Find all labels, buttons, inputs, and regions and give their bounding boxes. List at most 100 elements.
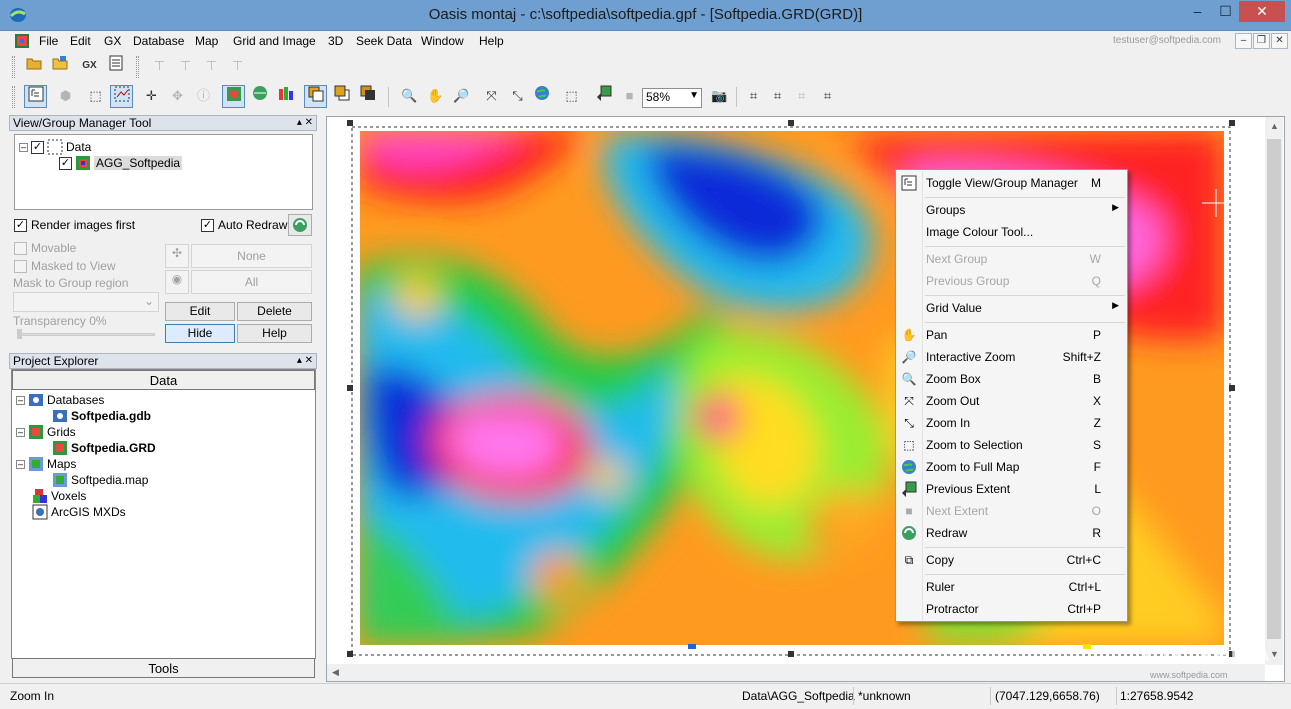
edit-button[interactable]: Edit <box>165 302 235 321</box>
document-icon[interactable] <box>14 33 30 49</box>
menu-toggle-view-group-manager[interactable]: Toggle View/Group Manager M <box>896 172 1127 194</box>
group-tool-button-3[interactable]: ⊤ <box>200 55 223 78</box>
menu-file[interactable]: File <box>39 34 58 48</box>
mdi-close-button[interactable]: ✕ <box>1271 33 1288 49</box>
menu-protractor[interactable]: Protractor Ctrl+P <box>896 598 1127 620</box>
menu-previous-group[interactable]: Previous Group Q <box>896 270 1127 292</box>
mdi-restore-button[interactable]: ❐ <box>1253 33 1270 49</box>
render-images-first-checkbox[interactable]: ✓ <box>14 218 27 232</box>
delete-button[interactable]: Delete <box>237 302 312 321</box>
tree-node-grids[interactable]: – Grids <box>16 424 76 440</box>
move-button[interactable]: ✥ <box>166 85 189 108</box>
notes-button[interactable] <box>104 55 127 78</box>
close-button[interactable]: ✕ <box>1239 1 1285 22</box>
redraw-toggle-button[interactable] <box>222 85 245 108</box>
zoom-out-tool-button[interactable]: ⤧ <box>480 85 503 108</box>
open-project-button[interactable] <box>22 55 45 78</box>
tree-node-arcgis[interactable]: ArcGIS MXDs <box>32 504 126 520</box>
menu-help[interactable]: Help <box>479 34 504 48</box>
tree-node-map[interactable]: Softpedia.map <box>52 472 148 488</box>
menu-3d[interactable]: 3D <box>328 34 343 48</box>
hide-button[interactable]: Hide <box>165 324 235 343</box>
select-view-button[interactable] <box>110 85 133 108</box>
snapshot-button[interactable]: 📷 <box>708 85 731 108</box>
render-images-first-option[interactable]: ✓ Render images first <box>14 218 135 232</box>
tree-node-maps[interactable]: – Maps <box>16 456 76 472</box>
zoom-level-select[interactable]: 58% ▼ <box>642 88 702 108</box>
tree-node-databases[interactable]: – Databases <box>16 392 104 408</box>
toolbar-grip[interactable] <box>12 86 15 108</box>
open-file-button[interactable] <box>48 55 71 78</box>
pattern-icon-button[interactable]: ✣ <box>165 244 189 268</box>
menu-grid-and-image[interactable]: Grid and Image <box>233 34 316 48</box>
vertical-scrollbar[interactable]: ▲ ▼ <box>1265 117 1283 665</box>
menu-edit[interactable]: Edit <box>70 34 91 48</box>
tab-data[interactable]: Data <box>12 370 315 390</box>
tab-tools[interactable]: Tools <box>12 658 315 678</box>
grid-button-4[interactable]: ⌗ <box>816 85 839 108</box>
collapse-icon[interactable]: – <box>19 142 28 152</box>
masked-to-view-checkbox[interactable] <box>14 259 27 273</box>
tree-node-gdb[interactable]: Softpedia.gdb <box>52 408 151 424</box>
menu-grid-value[interactable]: Grid Value ▶ <box>896 297 1127 319</box>
scroll-left-icon[interactable]: ◀ <box>332 667 339 678</box>
zoom-in-tool-button[interactable]: ⤡ <box>506 85 529 108</box>
menu-pan[interactable]: ✋ Pan P <box>896 324 1127 346</box>
pan-tool-button[interactable]: ✋ <box>424 85 447 108</box>
grid-button-2[interactable]: ⌗ <box>766 85 789 108</box>
none-button[interactable]: None <box>191 244 312 268</box>
menu-next-extent[interactable]: ■ Next Extent O <box>896 500 1127 522</box>
movable-checkbox[interactable] <box>14 241 27 255</box>
toolbar-grip[interactable] <box>12 56 15 78</box>
auto-redraw-option[interactable]: ✓ Auto Redraw <box>201 218 287 232</box>
full-map-tool-button[interactable] <box>530 85 553 108</box>
auto-redraw-checkbox[interactable]: ✓ <box>201 218 214 232</box>
polygon-button[interactable]: ⬢ <box>54 85 77 108</box>
menu-map[interactable]: Map <box>195 34 218 48</box>
view-group-manager-button[interactable] <box>24 85 47 108</box>
scroll-up-icon[interactable]: ▲ <box>1270 121 1279 131</box>
menu-groups[interactable]: Groups ▶ <box>896 199 1127 221</box>
tree-node-grd[interactable]: Softpedia.GRD <box>52 440 156 456</box>
collapse-icon[interactable]: – <box>16 459 25 469</box>
map-view[interactable] <box>326 116 1285 682</box>
menu-previous-extent[interactable]: Previous Extent L <box>896 478 1127 500</box>
collapse-icon[interactable]: – <box>16 395 25 405</box>
agg-checkbox[interactable]: ✓ <box>59 156 72 170</box>
movable-option[interactable]: Movable <box>14 241 76 255</box>
info-button[interactable]: ⓘ <box>192 85 215 108</box>
previous-extent-tool-button[interactable] <box>592 85 615 108</box>
help-button[interactable]: Help <box>237 324 312 343</box>
zoom-selection-tool-button[interactable]: ⬚ <box>560 85 583 108</box>
mdi-minimize-button[interactable]: – <box>1235 33 1252 49</box>
menu-zoom-to-full-map[interactable]: Zoom to Full Map F <box>896 456 1127 478</box>
maximize-button[interactable]: ☐ <box>1212 1 1239 22</box>
collapse-icon[interactable]: – <box>16 427 25 437</box>
tree-node-voxels[interactable]: Voxels <box>32 488 86 504</box>
crosshair-button[interactable]: ✛ <box>140 85 163 108</box>
menu-database[interactable]: Database <box>133 34 184 48</box>
tree-node-agg[interactable]: ✓ AGG_Softpedia <box>59 155 183 171</box>
menu-copy[interactable]: ⧉ Copy Ctrl+C <box>896 549 1127 571</box>
visibility-icon-button[interactable]: ◉ <box>165 270 189 294</box>
data-checkbox[interactable]: ✓ <box>31 140 44 154</box>
menu-window[interactable]: Window <box>421 34 464 48</box>
select-button[interactable]: ⬚ <box>84 85 107 108</box>
zoom-box-tool-button[interactable]: 🔍 <box>398 85 421 108</box>
colour-bars-button[interactable] <box>274 85 297 108</box>
gx-button[interactable]: GX <box>78 55 101 78</box>
layer-order-button[interactable] <box>356 85 379 108</box>
tree-node-data[interactable]: – ✓ Data <box>19 139 91 155</box>
toolbar-grip[interactable] <box>136 56 139 78</box>
masked-to-view-option[interactable]: Masked to View <box>14 259 116 273</box>
minimize-button[interactable]: – <box>1183 1 1212 22</box>
transparency-slider[interactable] <box>17 333 155 336</box>
grid-button-3[interactable]: ⌗ <box>790 85 813 108</box>
grid-image[interactable] <box>327 117 1286 665</box>
menu-interactive-zoom[interactable]: 🔎 Interactive Zoom Shift+Z <box>896 346 1127 368</box>
panel-controls[interactable]: ▴ ✕ <box>297 354 313 368</box>
layer-back-button[interactable] <box>330 85 353 108</box>
menu-zoom-out[interactable]: ⤧ Zoom Out X <box>896 390 1127 412</box>
transparency-slider-thumb[interactable] <box>17 329 22 339</box>
globe-render-button[interactable] <box>248 85 271 108</box>
